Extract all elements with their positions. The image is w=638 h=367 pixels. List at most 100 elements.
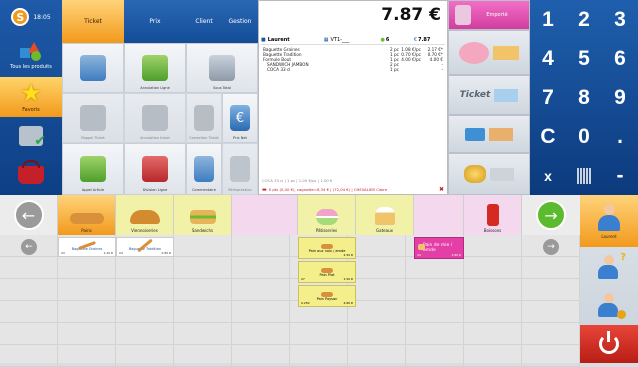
category-sandwichs[interactable]: Sandwichs [174, 195, 232, 235]
key-7[interactable]: 7 [530, 78, 566, 117]
receipt-user: Laurent [267, 37, 290, 43]
category-label: Pâtisseries [315, 228, 338, 233]
transfer-button[interactable] [62, 43, 124, 93]
arrow-right-icon: → [536, 200, 566, 230]
key-4[interactable]: 4 [530, 39, 566, 78]
unknown-user-button[interactable]: ? [580, 249, 638, 285]
product-name: Pain aux noix / amde [308, 248, 346, 253]
current-user-button[interactable]: Laurent [580, 195, 638, 247]
document-cancel-icon [142, 105, 168, 131]
product-code: 27 [301, 277, 305, 281]
category-label: Viennoiseries [131, 228, 158, 233]
receipt-header: ■ Laurent ▦ VT1-___ ● 6 € 7.87 [261, 36, 445, 45]
basket-icon [18, 160, 44, 184]
pay-cash-button[interactable] [448, 153, 530, 195]
bag-icon [455, 5, 471, 25]
user-key-icon [598, 293, 626, 319]
receipt-amount: 7.87 [418, 37, 431, 43]
product-pain-plat[interactable]: Pain Plat 27 1.50 € [298, 261, 356, 283]
tile-label: Correction Ticket [189, 136, 219, 140]
macaron-icon [315, 209, 338, 225]
key-3[interactable]: 3 [602, 0, 638, 39]
pay-ticket-restaurant-button[interactable]: Ticket [448, 75, 530, 115]
category-patisseries[interactable]: Pâtisseries [298, 195, 356, 235]
category-pains[interactable]: Pains [58, 195, 116, 235]
key-minus[interactable]: - [602, 156, 638, 195]
net-price-button[interactable]: € Prix Net [222, 93, 258, 143]
subtotal-button[interactable]: Sous Total [186, 43, 258, 93]
tile-label: Annulation Ligne [140, 86, 170, 90]
takeaway-button[interactable]: Emporté [448, 0, 530, 30]
user-settings-button[interactable] [580, 287, 638, 323]
key-2[interactable]: 2 [566, 0, 602, 39]
key-barcode[interactable] [566, 156, 602, 195]
split-line-button[interactable]: Division Ligne [124, 143, 186, 195]
ticket-total: 7.87 € [381, 5, 441, 25]
power-off-button[interactable] [580, 325, 638, 363]
key-8[interactable]: 8 [566, 78, 602, 117]
products-prev-button[interactable]: ← [8, 238, 50, 256]
tile-label: Appel Article [81, 188, 105, 192]
tile-label: Division Ligne [142, 188, 168, 192]
sidebar-item-validate[interactable]: ✔ [0, 118, 62, 154]
tab-ticket[interactable]: Ticket [62, 0, 124, 43]
product-baguette-graines[interactable]: Baguette Graines 23 1.20 € [58, 237, 116, 257]
category-bar: ← Pains Viennoiseries Sandwichs Pâtisser… [0, 195, 580, 235]
call-article-button[interactable]: Appel Article [62, 143, 124, 195]
products-next-button[interactable]: → [530, 238, 572, 256]
category-gateaux[interactable]: Gateaux [356, 195, 414, 235]
product-code: 44 [417, 253, 421, 257]
tile-label: Prix Net [233, 136, 247, 140]
sidebar-item-all-products[interactable]: Tous les produits [0, 36, 62, 76]
key-9[interactable]: 9 [602, 78, 638, 117]
sidebar-item-basket[interactable] [0, 155, 62, 195]
key-5[interactable]: 5 [566, 39, 602, 78]
document-transfer-icon [80, 55, 106, 81]
current-user-name: Laurent [601, 233, 617, 239]
sidebar-item-favorites[interactable]: ★ Favoris [0, 77, 62, 117]
category-label: Boissons [483, 228, 502, 233]
receipt-footer-loyalty: ▬ 0 pts (0,00 €), cagnotte=6,34 € | (72,… [262, 186, 444, 193]
cancel-line-button[interactable]: Annulation Ligne [124, 43, 186, 93]
cancel-ticket-button[interactable]: Annulation ticket [124, 93, 186, 143]
takeaway-label: Emporté [486, 12, 508, 18]
recall-ticket-button[interactable]: Rappel Ticket [62, 93, 124, 143]
product-price: 1.50 € [343, 277, 353, 281]
tab-label: Ticket [84, 18, 102, 25]
category-prev-button[interactable]: ← [0, 195, 58, 235]
product-pain-de-mie[interactable]: Pain de mie / amde 44 2.80 € [414, 237, 464, 259]
remove-client-icon[interactable]: ✖ [439, 186, 444, 193]
product-price: 2.50 € [343, 253, 353, 257]
product-price: 4.80 € [343, 301, 353, 305]
category-next-button[interactable]: → [522, 195, 580, 235]
document-sum-icon [209, 55, 235, 81]
tab-prix[interactable]: Prix [124, 0, 186, 43]
pay-card-button[interactable] [448, 115, 530, 153]
tab-label: Gestion [228, 18, 252, 25]
reprint-button[interactable]: Réimpression [222, 143, 258, 195]
tab-gestion[interactable]: Gestion [222, 0, 258, 43]
product-baguette-tradition[interactable]: Baguette Tradition 24 0.85 € [116, 237, 174, 257]
category-empty[interactable] [232, 195, 298, 235]
key-clear[interactable]: C [530, 117, 566, 156]
comment-button[interactable]: Commentaire [186, 143, 222, 195]
category-viennoiseries[interactable]: Viennoiseries [116, 195, 174, 235]
key-multiply[interactable]: x [530, 156, 566, 195]
tab-client[interactable]: Client [186, 0, 222, 43]
category-empty[interactable] [414, 195, 464, 235]
sidebar-item-label: Tous les produits [10, 64, 52, 70]
product-pain-paysan[interactable]: Pain Paysan 0.250 4.80 € [298, 285, 356, 307]
product-pain-aux-noix[interactable]: Pain aux noix / amde 2.50 € [298, 237, 356, 259]
app-logo-clock: S 18:05 [0, 0, 62, 34]
category-boissons[interactable]: Boissons [464, 195, 522, 235]
key-6[interactable]: 6 [602, 39, 638, 78]
key-decimal[interactable]: . [602, 117, 638, 156]
receipt-line[interactable]: COCA 33 cl 1 pc - [263, 67, 443, 72]
key-1[interactable]: 1 [530, 0, 566, 39]
product-code: 23 [61, 251, 65, 255]
key-0[interactable]: 0 [566, 117, 602, 156]
pay-piggy-bank-button[interactable] [448, 30, 530, 75]
banknote-icon [489, 127, 513, 141]
correct-ticket-button[interactable]: Correction Ticket [186, 93, 222, 143]
bread-icon [418, 244, 425, 250]
